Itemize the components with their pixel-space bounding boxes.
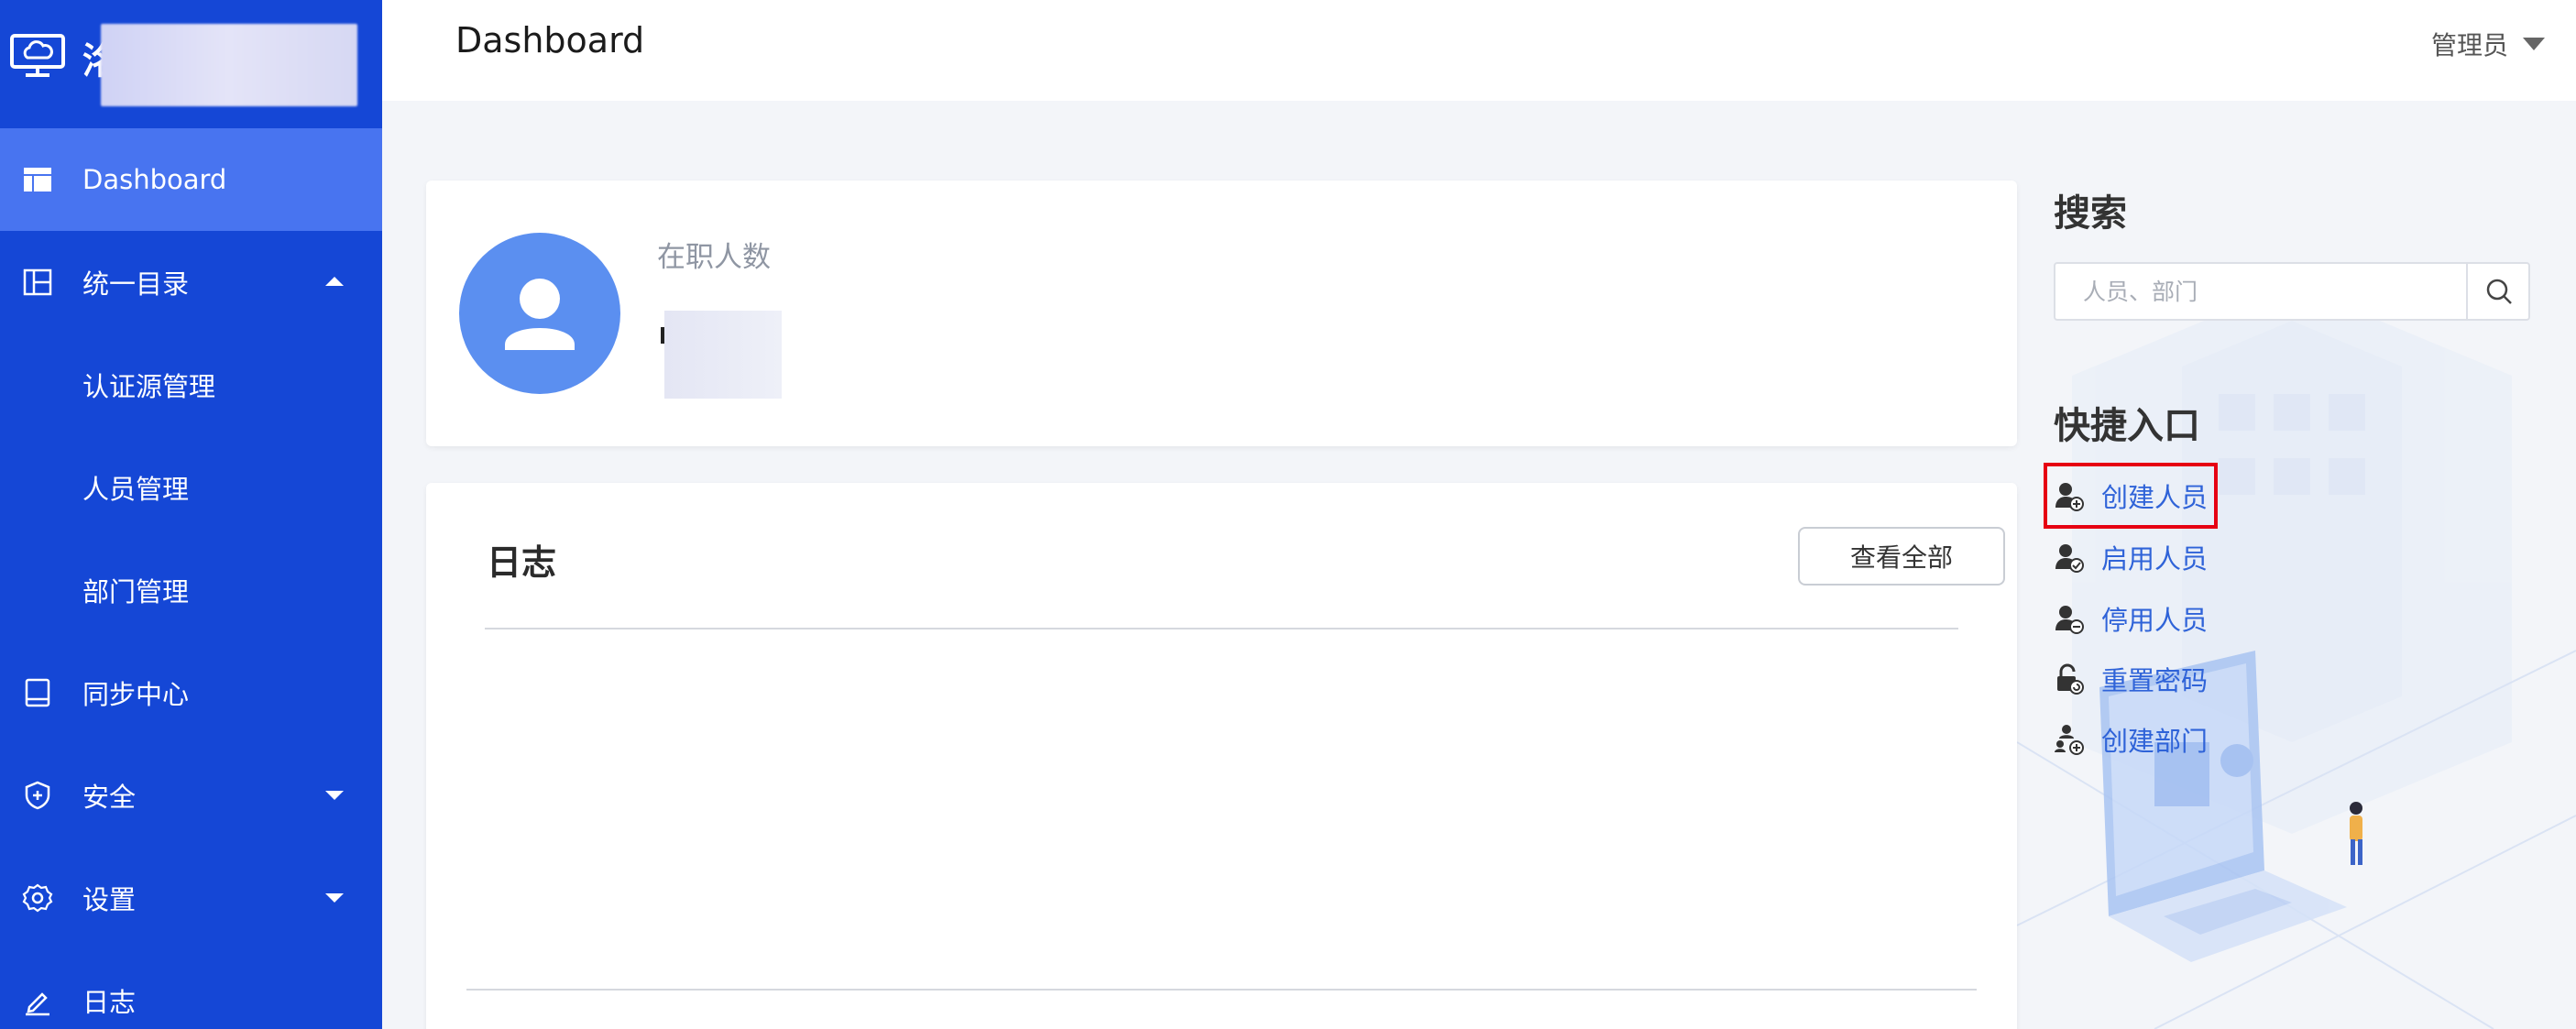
quick-reset-password[interactable]: 重置密码 xyxy=(2054,656,2208,702)
user-disable-icon xyxy=(2055,606,2084,634)
logo-name-redacted xyxy=(101,24,357,106)
sidebar-item-label: 部门管理 xyxy=(82,576,190,608)
monitor-cloud-icon xyxy=(10,34,65,77)
sidebar-item-label: 日志 xyxy=(82,987,137,1018)
user-name: 管理员 xyxy=(2430,30,2508,60)
right-panel: 搜索 快捷入口 创建人员 启用人员 xyxy=(2017,101,2576,1029)
user-icon xyxy=(505,279,575,350)
divider xyxy=(485,628,1958,629)
gear-icon xyxy=(22,883,53,913)
quick-item-label: 启用人员 xyxy=(2101,543,2209,575)
edit-icon xyxy=(26,992,49,1016)
quick-item-label: 重置密码 xyxy=(2101,665,2209,696)
view-all-button[interactable]: 查看全部 xyxy=(1798,527,2005,586)
sidebar-item-directory[interactable]: 统一目录 xyxy=(0,231,382,334)
quick-access-title: 快捷入口 xyxy=(2054,405,2200,447)
sidebar: 洺 Dashboard 统一目录 认证源管理 人员管理 部门管理 同步中心 xyxy=(0,0,382,1029)
chevron-up-icon xyxy=(325,277,344,286)
sidebar-item-dashboard[interactable]: Dashboard xyxy=(0,128,382,231)
stat-value-redacted xyxy=(664,311,782,399)
quick-item-label: 停用人员 xyxy=(2101,605,2209,636)
chevron-down-icon xyxy=(325,791,344,800)
quick-create-department[interactable]: 创建部门 xyxy=(2054,717,2208,762)
sidebar-item-label: 安全 xyxy=(82,782,137,813)
search-input[interactable] xyxy=(2055,264,2466,319)
sidebar-item-label: 统一目录 xyxy=(82,268,190,300)
employee-count-card: 在职人数 xyxy=(426,181,2017,446)
sidebar-item-label: 人员管理 xyxy=(82,474,190,505)
highlight-box xyxy=(2044,463,2218,529)
logo: 洺 xyxy=(0,0,382,128)
avatar xyxy=(459,233,620,394)
stat-label: 在职人数 xyxy=(657,241,771,274)
sidebar-item-label: 认证源管理 xyxy=(82,371,216,402)
sidebar-item-label: Dashboard xyxy=(82,164,227,195)
quick-item-label: 创建部门 xyxy=(2101,726,2209,757)
org-icon xyxy=(2055,725,2084,755)
log-card: 日志 查看全部 xyxy=(426,483,2017,1029)
sidebar-item-label: 同步中心 xyxy=(82,679,190,710)
directory-icon xyxy=(23,268,52,296)
page-title: Dashboard xyxy=(455,20,645,60)
sidebar-item-settings[interactable]: 设置 xyxy=(0,847,382,949)
sidebar-item-users[interactable]: 人员管理 xyxy=(0,436,382,539)
top-header: Dashboard 管理员 xyxy=(382,0,2576,101)
sync-icon xyxy=(25,678,50,707)
search-icon xyxy=(2486,279,2512,304)
quick-enable-user[interactable]: 启用人员 xyxy=(2054,534,2208,580)
divider xyxy=(466,989,1977,991)
dashboard-icon xyxy=(24,168,51,192)
search-title: 搜索 xyxy=(2054,192,2127,235)
shield-icon xyxy=(25,781,50,810)
search-box xyxy=(2054,262,2530,321)
sidebar-item-departments[interactable]: 部门管理 xyxy=(0,539,382,641)
user-menu[interactable]: 管理员 xyxy=(2431,26,2545,62)
sidebar-item-logs[interactable]: 日志 xyxy=(0,949,382,1029)
sidebar-item-sync[interactable]: 同步中心 xyxy=(0,641,382,744)
search-button[interactable] xyxy=(2466,264,2530,319)
sidebar-item-label: 设置 xyxy=(82,884,137,915)
log-title: 日志 xyxy=(487,542,557,583)
chevron-down-icon xyxy=(325,893,344,903)
chevron-down-icon xyxy=(2523,38,2545,50)
user-check-icon xyxy=(2055,544,2084,573)
quick-disable-user[interactable]: 停用人员 xyxy=(2054,596,2208,641)
sidebar-item-security[interactable]: 安全 xyxy=(0,744,382,847)
person-figure xyxy=(2350,802,2362,865)
lock-reset-icon xyxy=(2057,663,2084,695)
sidebar-item-auth-source[interactable]: 认证源管理 xyxy=(0,334,382,436)
